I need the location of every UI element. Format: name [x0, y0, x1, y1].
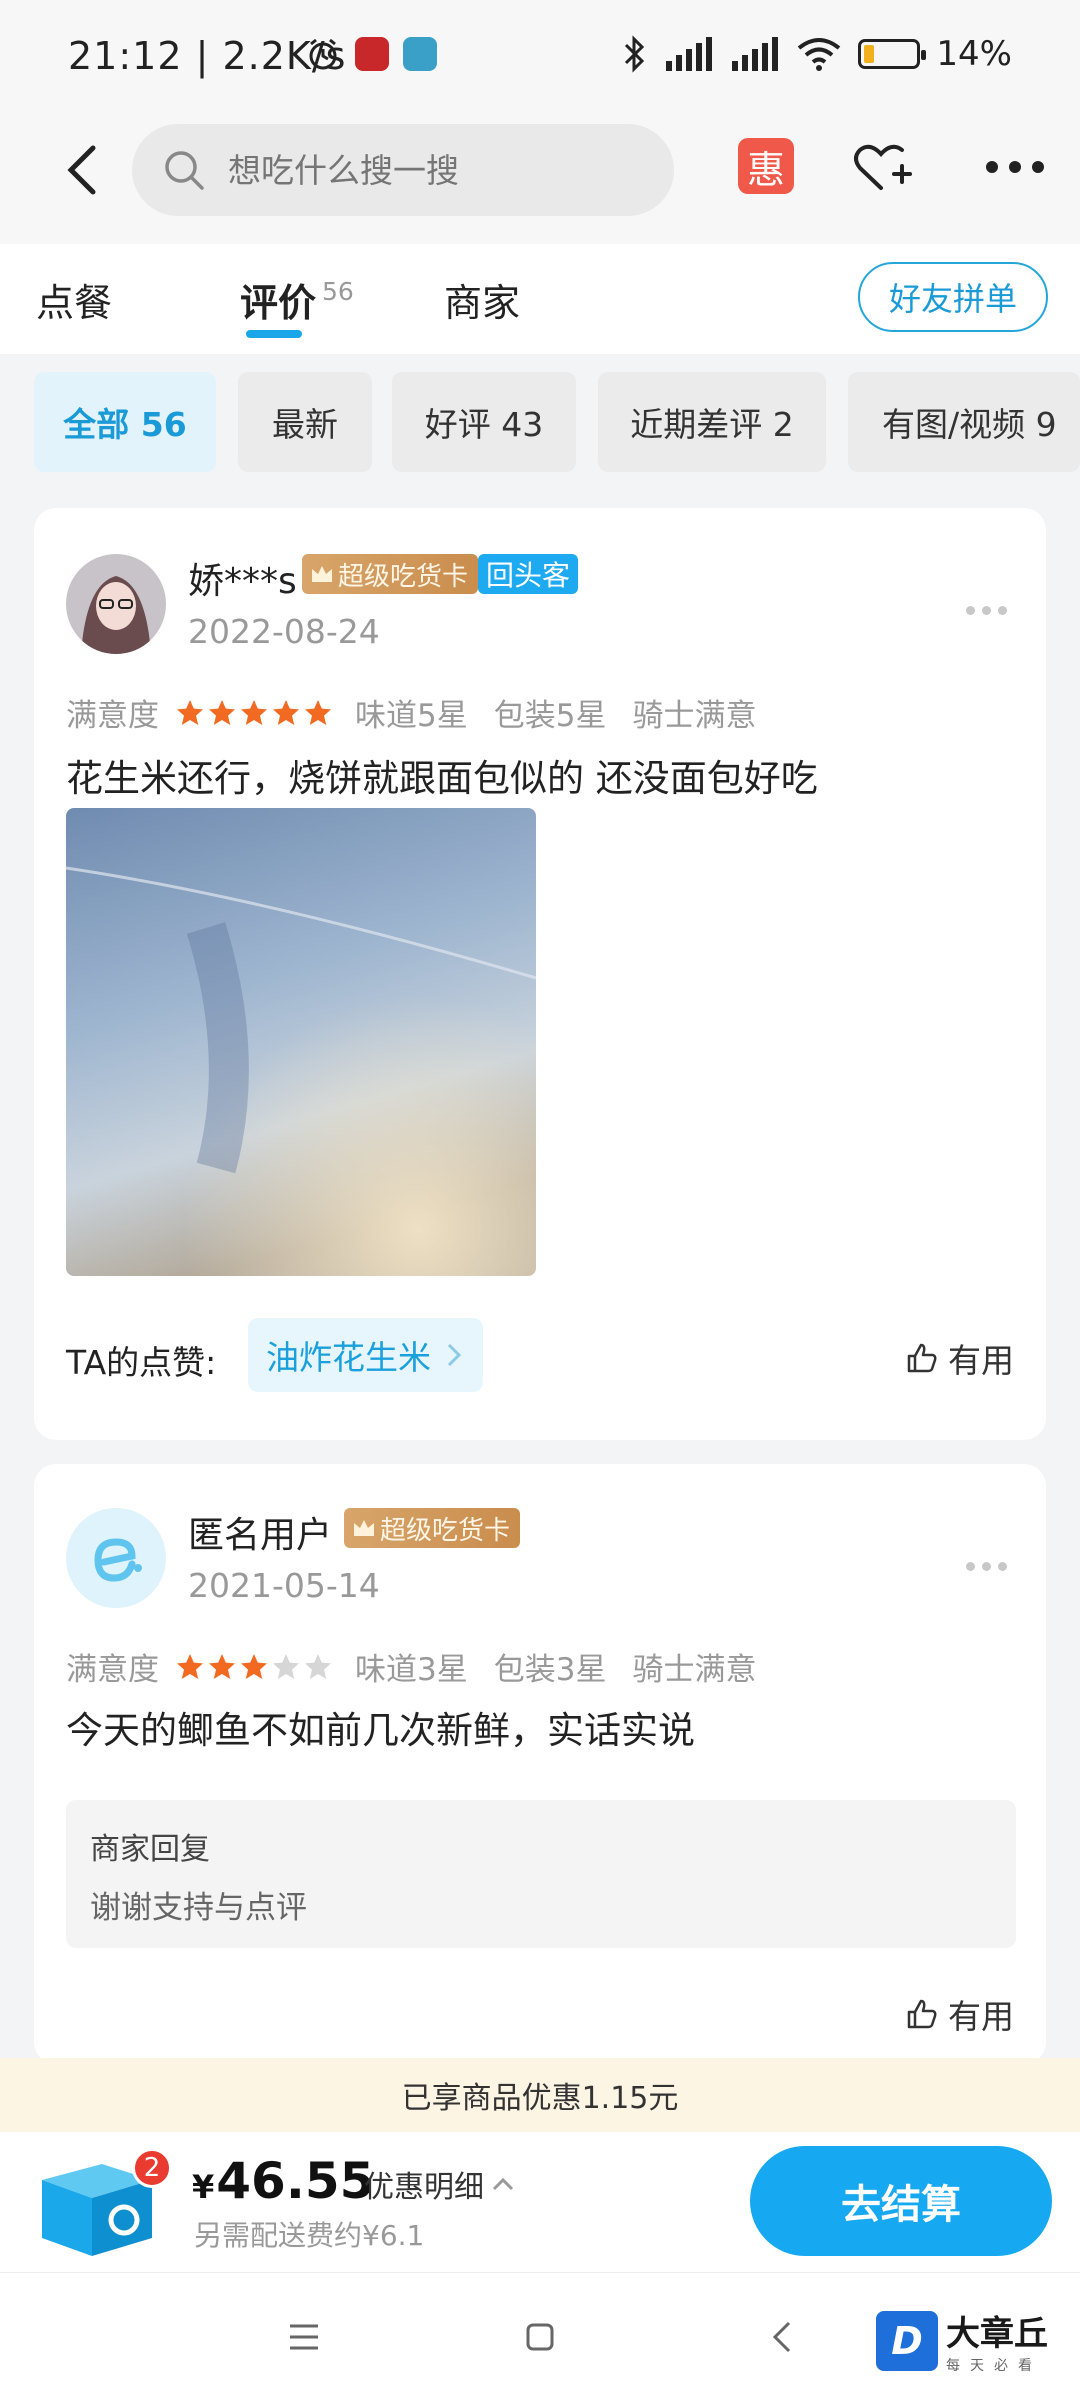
crown-icon: [354, 1520, 374, 1536]
home-square-icon: [526, 2323, 554, 2351]
friend-group-order-button[interactable]: 好友拼单: [858, 262, 1048, 332]
nav-home-button[interactable]: [516, 2313, 564, 2361]
crown-icon: [312, 566, 332, 582]
tab-bar: 点餐 评价 56 商家 好友拼单: [0, 244, 1080, 354]
star-filled-icon: [177, 699, 203, 725]
checkout-bar: 2 ¥ 46.55 优惠明细 另需配送费约¥6.1 去结算: [0, 2132, 1080, 2272]
tab-reviews[interactable]: 评价 56: [240, 272, 354, 327]
review-more-icon[interactable]: [966, 1556, 1016, 1576]
battery-level: 14%: [936, 34, 1012, 74]
discount-hui-button[interactable]: 惠: [738, 138, 794, 194]
alarm-icon: [309, 38, 337, 70]
signal-hd-icon: [732, 37, 779, 71]
thumbs-up-icon: [907, 1343, 937, 1373]
star-empty-icon: [273, 1653, 299, 1679]
super-foodie-badge: 超级吃货卡: [344, 1508, 521, 1548]
reviewer-name: 匿名用户: [188, 1515, 333, 1556]
review-text: 花生米还行，烧饼就跟面包似的 还没面包好吃: [66, 757, 818, 800]
filter-positive[interactable]: 好评 43: [392, 372, 576, 472]
search-icon: [165, 151, 204, 190]
rating-row: 满意度 味道5星 包装5星 骑士满意: [66, 698, 757, 734]
review-date: 2021-05-14: [188, 1566, 380, 1605]
total-price: ¥ 46.55: [192, 2152, 375, 2210]
reply-text: 谢谢支持与点评: [90, 1890, 307, 1926]
battery-icon: [858, 39, 927, 69]
watermark-slogan: 每天必看: [946, 2358, 1042, 2374]
chevron-up-icon: [492, 2177, 514, 2191]
chevron-right-icon: [447, 1343, 461, 1367]
tab-indicator: [246, 330, 302, 338]
review-date: 2022-08-24: [188, 612, 380, 651]
star-filled-icon: [209, 1653, 235, 1679]
nav-menu-button[interactable]: [280, 2313, 328, 2361]
cart-count-badge: 2: [132, 2148, 172, 2188]
heart-add-icon: [854, 144, 912, 190]
more-dots-icon: [986, 161, 1044, 173]
review-text: 今天的鲫鱼不如前几次新鲜，实话实说: [66, 1709, 695, 1752]
star-rating: [175, 1652, 333, 1682]
watermark-name: 大章丘: [946, 2314, 1048, 2354]
app-notification-icon: [355, 37, 389, 71]
back-button[interactable]: [52, 140, 112, 200]
reply-title: 商家回复: [90, 1832, 210, 1867]
star-empty-icon: [305, 1653, 331, 1679]
star-rating: [175, 698, 333, 728]
review-more-icon[interactable]: [966, 600, 1016, 620]
watermark: D 大章丘 每天必看: [876, 2306, 1048, 2375]
search-input[interactable]: [228, 150, 628, 190]
avatar[interactable]: [66, 554, 166, 654]
star-filled-icon: [241, 1653, 267, 1679]
star-filled-icon: [273, 699, 299, 725]
liked-label: TA的点赞:: [66, 1343, 217, 1382]
signal-icon: [666, 37, 713, 71]
useful-button[interactable]: 有用: [906, 1990, 1014, 2038]
useful-button[interactable]: 有用: [906, 1334, 1014, 1382]
more-button[interactable]: [980, 136, 1050, 198]
app-notification-icon-2: [403, 37, 437, 71]
tab-merchant[interactable]: 商家: [444, 272, 520, 327]
wifi-icon: [798, 38, 841, 71]
checkout-button[interactable]: 去结算: [750, 2146, 1052, 2256]
avatar[interactable]: [66, 1508, 166, 1608]
header: 惠: [0, 118, 1080, 244]
reviewer-name: 娇***s: [188, 561, 297, 602]
review-count: 56: [322, 277, 354, 306]
menu-icon: [290, 2324, 318, 2350]
discount-detail-toggle[interactable]: 优惠明细: [364, 2162, 514, 2206]
back-arrow-icon: [67, 145, 96, 195]
favorite-button[interactable]: [850, 136, 912, 198]
super-foodie-badge: 超级吃货卡: [302, 554, 479, 594]
returning-customer-badge: 回头客: [478, 554, 579, 594]
delivery-fee: 另需配送费约¥6.1: [194, 2219, 425, 2252]
review-filters: 全部 56 最新 好评 43 近期差评 2 有图/视频 9: [0, 354, 1080, 492]
star-filled-icon: [241, 699, 267, 725]
filter-latest[interactable]: 最新: [238, 372, 372, 472]
filter-all[interactable]: 全部 56: [34, 372, 216, 472]
nav-back-button[interactable]: [758, 2313, 806, 2361]
star-filled-icon: [209, 699, 235, 725]
rating-row: 满意度 味道3星 包装3星 骑士满意: [66, 1652, 757, 1688]
discount-notice: 已享商品优惠1.15元: [0, 2058, 1080, 2132]
bluetooth-icon: [625, 35, 645, 73]
thumbs-up-icon: [907, 1999, 937, 2029]
watermark-logo: D: [876, 2310, 938, 2371]
search-bar[interactable]: [132, 124, 674, 216]
back-icon: [772, 2321, 791, 2353]
review-card: 娇***s 超级吃货卡 回头客 2022-08-24 满意度 味道5星 包装5星…: [34, 508, 1046, 1440]
status-bar: 21:12 | 2.2K/s 14%: [0, 0, 1080, 118]
filter-with-media[interactable]: 有图/视频 9: [848, 372, 1080, 472]
review-photo[interactable]: [66, 808, 536, 1276]
star-filled-icon: [305, 699, 331, 725]
liked-dish-chip[interactable]: 油炸花生米: [248, 1318, 483, 1392]
star-filled-icon: [177, 1653, 203, 1679]
tab-order[interactable]: 点餐: [36, 272, 112, 327]
review-card: 匿名用户 超级吃货卡 2021-05-14 满意度 味道3星 包装3星 骑士满意…: [34, 1464, 1046, 2064]
merchant-reply: 商家回复 谢谢支持与点评: [66, 1800, 1016, 1948]
filter-recent-negative[interactable]: 近期差评 2: [598, 372, 826, 472]
